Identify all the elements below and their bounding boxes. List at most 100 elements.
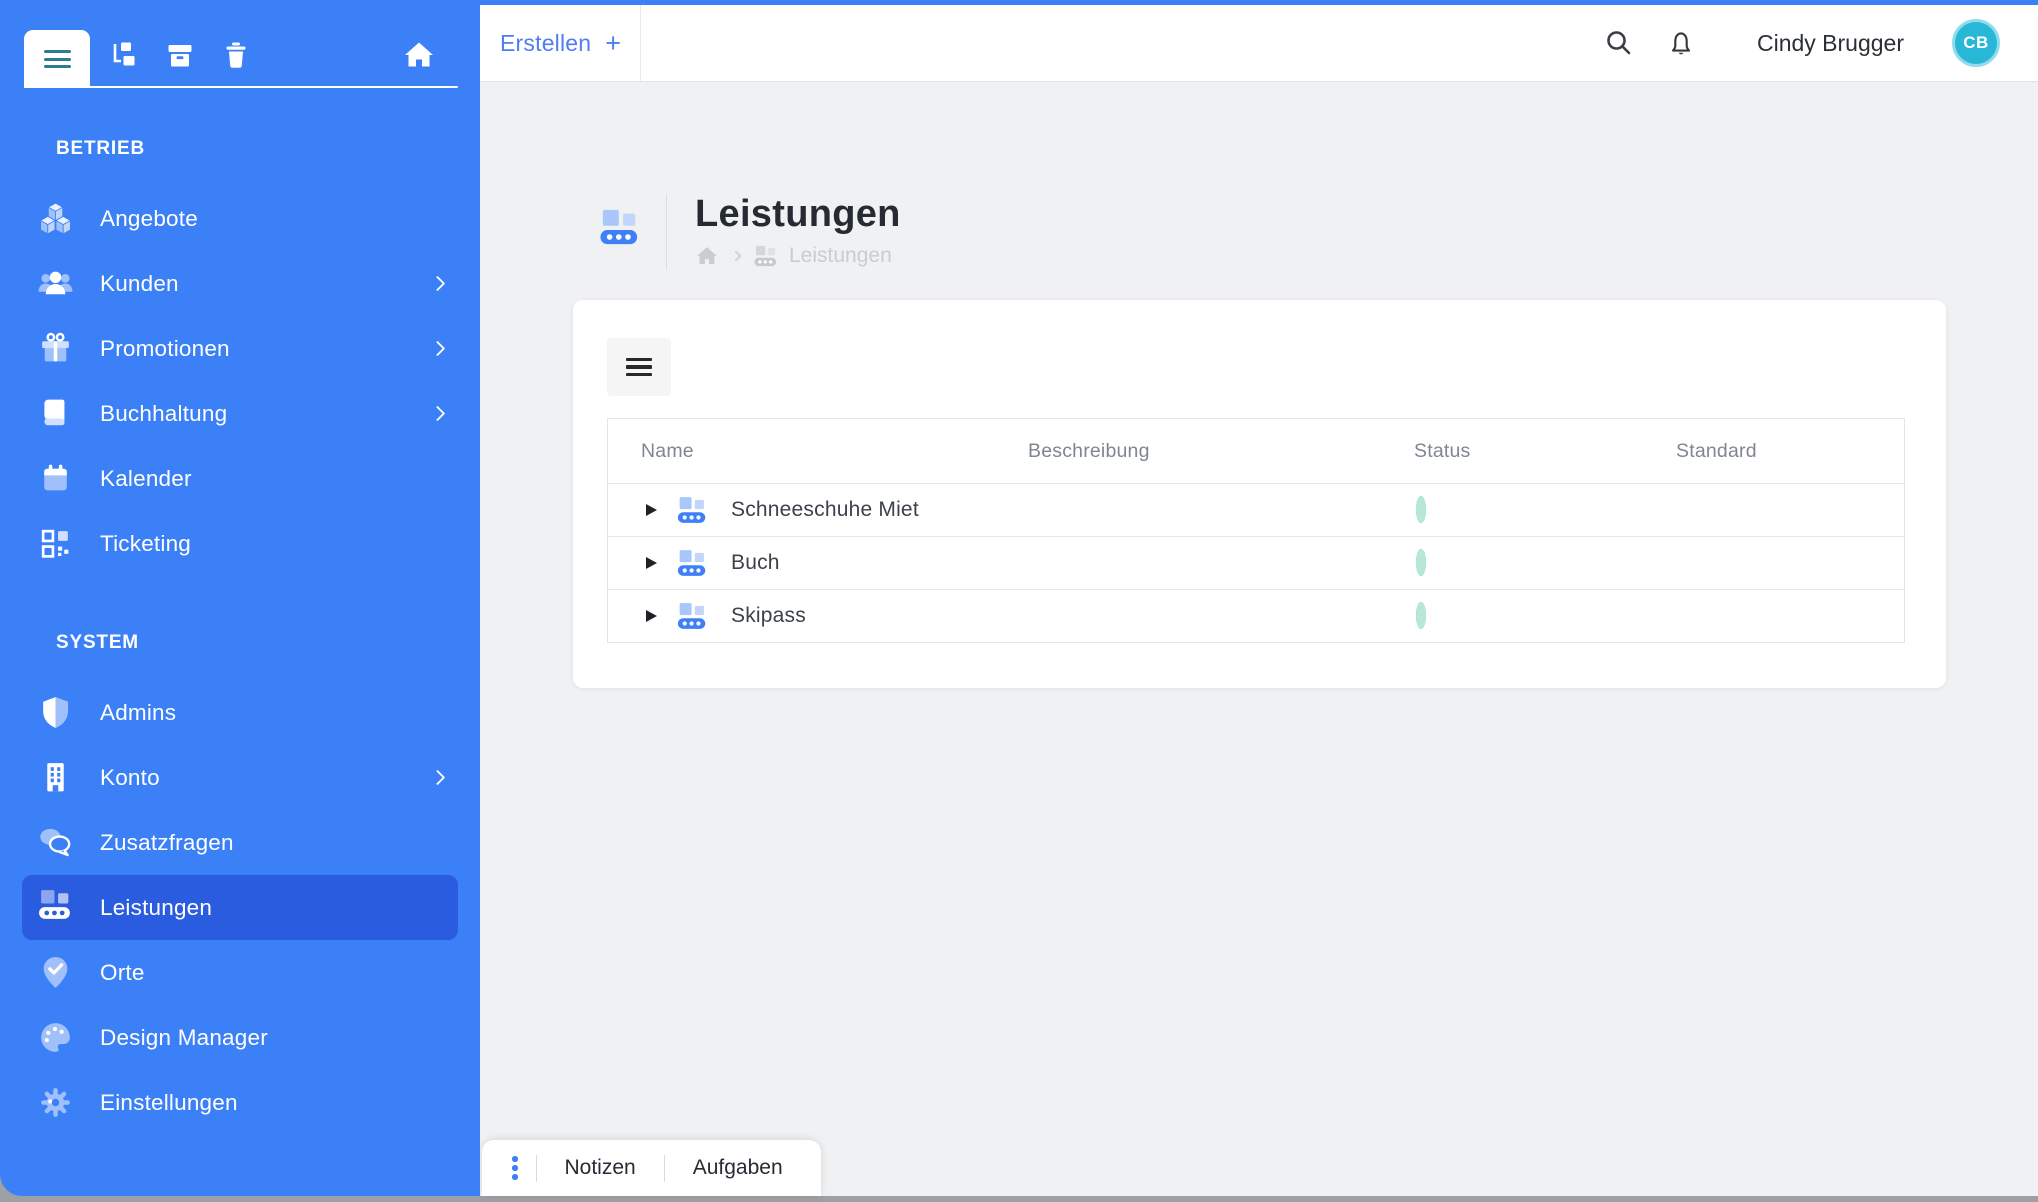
breadcrumb-current[interactable]: Leistungen — [789, 244, 892, 268]
sidebar-item-kunden[interactable]: Kunden — [22, 251, 458, 316]
sidebar-nav: BETRIEB Angebote — [0, 138, 480, 1135]
sidebar-item-einstellungen[interactable]: Einstellungen — [22, 1070, 458, 1135]
services-icon — [37, 889, 74, 926]
sidebar-item-admins[interactable]: Admins — [22, 680, 458, 745]
services-icon — [598, 208, 642, 246]
calendar-icon — [37, 460, 74, 497]
table-header-row: Name Beschreibung Status Standard — [608, 419, 1904, 483]
chevron-right-icon — [430, 276, 446, 292]
sidebar-item-design-manager[interactable]: Design Manager — [22, 1005, 458, 1070]
users-icon — [37, 265, 74, 302]
qr-code-icon — [37, 525, 74, 562]
chevron-right-icon — [430, 406, 446, 422]
menu-icon — [626, 354, 652, 380]
user-name[interactable]: Cindy Brugger — [1757, 30, 1904, 57]
sidebar-item-buchhaltung[interactable]: Buchhaltung — [22, 381, 458, 446]
sidebar-header — [0, 0, 480, 88]
sidebar-item-ticketing[interactable]: Ticketing — [22, 511, 458, 576]
column-header-status: Status — [1414, 440, 1676, 463]
map-pin-icon — [37, 954, 74, 991]
chevron-right-icon — [430, 770, 446, 786]
shield-icon — [37, 694, 74, 731]
page-header: Leistungen — [598, 194, 901, 270]
sidebar-item-label: Buchhaltung — [100, 401, 227, 427]
page-header-divider — [666, 194, 667, 270]
section-label-betrieb: BETRIEB — [56, 138, 480, 160]
topbar-right-cluster: Cindy Brugger CB — [1603, 5, 2000, 81]
expand-caret-icon[interactable] — [646, 557, 657, 569]
chat-bubbles-icon — [37, 824, 74, 861]
archive-icon[interactable] — [163, 38, 197, 72]
table-row[interactable]: Buch — [608, 536, 1904, 589]
menu-icon — [44, 46, 71, 73]
sidebar-header-underline — [24, 86, 458, 88]
breadcrumb: Leistungen — [695, 244, 901, 268]
sidebar-item-label: Kalender — [100, 466, 192, 492]
sidebar-item-label: Zusatzfragen — [100, 830, 234, 856]
create-button[interactable]: Erstellen + — [500, 5, 621, 81]
column-header-beschreibung: Beschreibung — [1028, 440, 1414, 463]
cubes-icon — [37, 200, 74, 237]
section-label-system: SYSTEM — [56, 632, 480, 654]
sidebar-item-label: Design Manager — [100, 1025, 268, 1051]
palette-icon — [37, 1019, 74, 1056]
sidebar-item-label: Konto — [100, 765, 160, 791]
sidebar-item-kalender[interactable]: Kalender — [22, 446, 458, 511]
gear-icon — [37, 1084, 74, 1121]
sidebar-item-label: Leistungen — [100, 895, 212, 921]
top-accent-strip — [0, 0, 2038, 5]
sidebar-item-zusatzfragen[interactable]: Zusatzfragen — [22, 810, 458, 875]
services-icon — [676, 549, 709, 577]
plus-icon: + — [605, 28, 621, 59]
status-active-dot — [1416, 549, 1426, 576]
sidebar-item-label: Admins — [100, 700, 176, 726]
sidebar-item-label: Kunden — [100, 271, 179, 297]
sidebar: BETRIEB Angebote — [0, 0, 480, 1196]
expand-caret-icon[interactable] — [646, 504, 657, 516]
service-name: Buch — [731, 551, 780, 575]
trash-icon[interactable] — [219, 38, 253, 72]
sidebar-item-leistungen[interactable]: Leistungen — [22, 875, 458, 940]
service-name: Skipass — [731, 604, 806, 628]
tab-aufgaben[interactable]: Aufgaben — [665, 1156, 811, 1180]
chevron-right-icon — [430, 341, 446, 357]
status-active-dot — [1416, 602, 1426, 629]
sidebar-item-label: Orte — [100, 960, 145, 986]
sidebar-item-label: Promotionen — [100, 336, 230, 362]
sidebar-item-angebote[interactable]: Angebote — [22, 186, 458, 251]
sidebar-menu-tab[interactable] — [24, 30, 90, 88]
status-active-dot — [1416, 496, 1426, 523]
services-card: Name Beschreibung Status Standard — [573, 300, 1946, 688]
page-title: Leistungen — [695, 194, 901, 236]
service-name: Schneeschuhe Miet — [731, 498, 919, 522]
home-icon[interactable] — [402, 38, 436, 72]
tab-notizen[interactable]: Notizen — [537, 1156, 664, 1180]
topbar-divider — [640, 5, 641, 81]
avatar[interactable]: CB — [1952, 19, 2000, 67]
services-icon — [676, 602, 709, 630]
services-icon — [676, 496, 709, 524]
sidebar-item-konto[interactable]: Konto — [22, 745, 458, 810]
table-menu-button[interactable] — [607, 338, 671, 396]
building-icon — [37, 759, 74, 796]
expand-caret-icon[interactable] — [646, 610, 657, 622]
main-content: Leistungen — [480, 82, 2038, 1196]
column-header-standard: Standard — [1676, 440, 1904, 463]
gift-icon — [37, 330, 74, 367]
sidebar-item-promotionen[interactable]: Promotionen — [22, 316, 458, 381]
sidebar-item-orte[interactable]: Orte — [22, 940, 458, 1005]
sidebar-item-label: Ticketing — [100, 531, 191, 557]
sidebar-item-label: Angebote — [100, 206, 198, 232]
table-row[interactable]: Schneeschuhe Miet — [608, 483, 1904, 536]
kebab-menu-icon[interactable] — [492, 1156, 536, 1180]
column-header-name: Name — [608, 440, 1028, 463]
search-icon[interactable] — [1603, 27, 1635, 59]
table-row[interactable]: Skipass — [608, 589, 1904, 642]
breadcrumb-services-icon — [753, 245, 779, 267]
breadcrumb-chevron-icon — [730, 250, 741, 261]
bell-icon[interactable] — [1665, 27, 1697, 59]
tree-structure-icon[interactable] — [106, 38, 140, 72]
breadcrumb-home-icon[interactable] — [695, 244, 719, 268]
book-icon — [37, 395, 74, 432]
avatar-initials: CB — [1963, 33, 1989, 53]
